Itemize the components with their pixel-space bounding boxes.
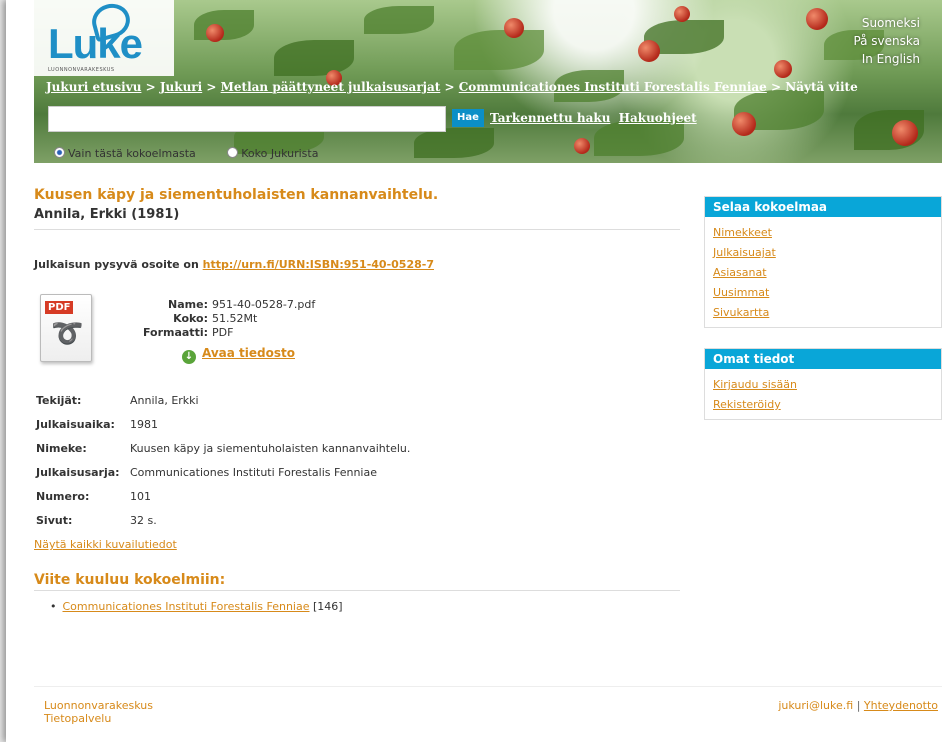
footer-contact: jukuri@luke.fi | Yhteydenotto (778, 699, 938, 712)
detail-label: Julkaisuaika: (36, 418, 115, 431)
file-metadata: Name: 951-40-0528-7.pdf Koko: 51.52Mt Form… (104, 298, 315, 340)
bullet: • (50, 600, 57, 613)
breadcrumb-jukuri[interactable]: Jukuri (160, 80, 202, 94)
collection-link[interactable]: Communicationes Instituti Forestalis Fen… (63, 600, 310, 613)
permalink-link[interactable]: http://urn.fi/URN:ISBN:951-40-0528-7 (203, 258, 434, 271)
show-full-record-link[interactable]: Näytä kaikki kuvailutiedot (34, 538, 177, 551)
scope-all-radio[interactable] (227, 147, 239, 158)
browse-dates-link[interactable]: Julkaisuajat (713, 246, 776, 259)
breadcrumb-collection[interactable]: Communicationes Instituti Forestalis Fen… (459, 80, 767, 94)
scope-this-radio[interactable] (54, 147, 65, 158)
collection-list-item: • Communicationes Instituti Forestalis Fe… (50, 600, 343, 613)
breadcrumb-series[interactable]: Metlan päättyneet julkaisusarjat (221, 80, 441, 94)
breadcrumb-separator: > (444, 80, 455, 94)
item-author: Annila, Erkki (1981) (34, 207, 180, 222)
detail-value: Kuusen käpy ja siementuholaisten kannanv… (130, 442, 411, 455)
pdf-icon[interactable]: PDF ➰ (40, 294, 92, 362)
page-frame: Luke LUONNONVARAKESKUS Suomeksi På svens… (6, 0, 942, 742)
search-button[interactable]: Hae (452, 109, 484, 127)
footer-separator: | (856, 699, 861, 712)
acrobat-swirl-icon: ➰ (51, 319, 84, 349)
open-file: ↓ Avaa tiedosto (182, 346, 295, 364)
detail-row: Julkaisuaika: 1981 (36, 418, 410, 442)
login-link[interactable]: Kirjaudu sisään (713, 378, 797, 391)
detail-value: 32 s. (130, 514, 157, 527)
footer-org: Luonnonvarakeskus Tietopalvelu (44, 699, 153, 725)
detail-value: Communicationes Instituti Forestalis Fen… (130, 466, 378, 479)
collection-count: [146] (313, 600, 343, 613)
logo[interactable]: Luke LUONNONVARAKESKUS (34, 0, 174, 76)
footer: Luonnonvarakeskus Tietopalvelu jukuri@lu… (34, 686, 942, 742)
file-section: PDF ➰ Name: 951-40-0528-7.pdf Koko: 51.52M… (34, 294, 674, 374)
detail-row: Sivut: 32 s. (36, 514, 410, 538)
download-icon: ↓ (182, 350, 196, 364)
detail-label: Nimeke: (36, 442, 87, 455)
file-format: PDF (212, 326, 234, 339)
file-name-label: Name: (168, 298, 208, 311)
collections-heading: Viite kuuluu kokoelmiin: (34, 572, 680, 591)
header-banner: Luke LUONNONVARAKESKUS Suomeksi På svens… (34, 0, 942, 163)
breadcrumb-separator: > (770, 80, 782, 94)
browse-box: Selaa kokoelmaa Nimekkeet Julkaisuajat A… (704, 196, 942, 328)
scope-all-label[interactable]: Koko Jukurista (241, 147, 318, 160)
detail-row: Tekijät: Annila, Erkki (36, 394, 410, 418)
breadcrumb-separator: > (145, 80, 156, 94)
item-details: Tekijät: Annila, Erkki Julkaisuaika: 1981 … (36, 394, 410, 538)
breadcrumb-current: Näytä viite (785, 80, 858, 94)
file-size-label: Koko: (173, 312, 208, 325)
breadcrumb-home[interactable]: Jukuri etusivu (46, 80, 141, 94)
contact-link[interactable]: Yhteydenotto (864, 699, 938, 712)
search-links: Tarkennettu haku Hakuohjeet (490, 111, 701, 125)
open-file-link[interactable]: Avaa tiedosto (202, 346, 295, 360)
file-size: 51.52Mt (212, 312, 258, 325)
detail-row: Numero: 101 (36, 490, 410, 514)
footer-email: jukuri@luke.fi (778, 699, 854, 712)
breadcrumb: Jukuri etusivu > Jukuri > Metlan päättyn… (46, 80, 858, 94)
browse-heading: Selaa kokoelmaa (705, 197, 941, 217)
detail-label: Numero: (36, 490, 90, 503)
item-view: Kuusen käpy ja siementuholaisten kannanv… (34, 186, 680, 613)
browse-titles-link[interactable]: Nimekkeet (713, 226, 772, 239)
detail-row: Julkaisusarja: Communicationes Instituti … (36, 466, 410, 490)
register-link[interactable]: Rekisteröidy (713, 398, 781, 411)
logo-subtitle: LUONNONVARAKESKUS (48, 67, 115, 73)
item-title: Kuusen käpy ja siementuholaisten kannanv… (34, 187, 439, 203)
lang-finnish[interactable]: Suomeksi (853, 14, 920, 32)
sitemap-link[interactable]: Sivukartta (713, 306, 769, 319)
detail-label: Sivut: (36, 514, 73, 527)
detail-value: 101 (130, 490, 151, 503)
detail-label: Tekijät: (36, 394, 82, 407)
browse-newest-link[interactable]: Uusimmat (713, 286, 769, 299)
detail-value: 1981 (130, 418, 158, 431)
account-heading: Omat tiedot (705, 349, 941, 369)
advanced-search-link[interactable]: Tarkennettu haku (490, 111, 610, 125)
permalink-label: Julkaisun pysyvä osoite on (34, 258, 199, 271)
browse-subjects-link[interactable]: Asiasanat (713, 266, 767, 279)
search-help-link[interactable]: Hakuohjeet (619, 111, 697, 125)
footer-org-name: Luonnonvarakeskus (44, 699, 154, 712)
search-input[interactable] (48, 106, 446, 132)
language-switcher: Suomeksi På svenska In English (853, 14, 920, 68)
detail-row: Nimeke: Kuusen käpy ja siementuholaisten … (36, 442, 410, 466)
divider (34, 229, 680, 230)
file-name: 951-40-0528-7.pdf (212, 298, 316, 311)
lang-english[interactable]: In English (853, 50, 920, 68)
search-scope: Vain tästä kokoelmasta Koko Jukurista (54, 147, 318, 160)
pdf-icon-label: PDF (45, 301, 74, 314)
breadcrumb-separator: > (206, 80, 217, 94)
logo-text: Luke (48, 20, 143, 67)
detail-value: Annila, Erkki (130, 394, 199, 407)
scope-this-label[interactable]: Vain tästä kokoelmasta (68, 147, 196, 160)
detail-label: Julkaisusarja: (36, 466, 120, 479)
lang-swedish[interactable]: På svenska (853, 32, 920, 50)
account-box: Omat tiedot Kirjaudu sisään Rekisteröidy (704, 348, 942, 420)
footer-unit: Tietopalvelu (44, 712, 112, 725)
permalink: Julkaisun pysyvä osoite on http://urn.fi… (34, 258, 434, 271)
file-format-label: Formaatti: (142, 326, 208, 339)
